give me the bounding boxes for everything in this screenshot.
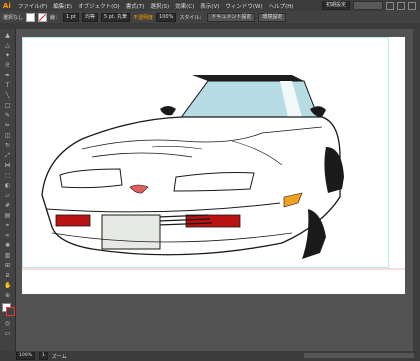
menu-select[interactable]: 選択(S) xyxy=(147,2,172,10)
artboard[interactable] xyxy=(22,37,405,294)
rectangle-tool-icon[interactable]: □ xyxy=(4,102,11,109)
preferences-button[interactable]: 環境設定 xyxy=(258,12,287,22)
left-light xyxy=(55,214,91,227)
pencil-tool-icon[interactable]: ✏ xyxy=(4,122,11,129)
shape-builder-tool-icon[interactable]: ◐ xyxy=(4,182,11,189)
right-light xyxy=(185,214,241,228)
rotate-tool-icon[interactable]: ↻ xyxy=(4,142,11,149)
eraser-tool-icon[interactable]: ◫ xyxy=(4,132,11,139)
blend-tool-icon[interactable]: ∞ xyxy=(4,232,11,239)
left-mirror xyxy=(160,106,176,116)
menu-window[interactable]: ウィンドウ(W) xyxy=(222,2,265,10)
artboard-nav-field[interactable]: 1 xyxy=(38,352,48,360)
fill-stroke-widget[interactable] xyxy=(2,303,15,317)
app-logo: Ai xyxy=(3,1,11,10)
line-tool-icon[interactable]: ╲ xyxy=(4,92,11,99)
zoom-tool-icon[interactable]: ⊕ xyxy=(4,292,11,299)
maximize-icon[interactable] xyxy=(397,1,405,10)
current-tool-status: ズーム xyxy=(51,353,67,360)
tools-panel: ▲ △ ✦ ᘓ ✒ T ╲ □ ✎ ✏ ◫ ↻ ⤢ ⋈ ⬚ ◐ ▱ # ▤ ⌖ … xyxy=(0,29,16,351)
brush-select[interactable]: 5 pt. 丸筆 xyxy=(100,12,131,22)
car-roof xyxy=(192,75,304,81)
eyedropper-tool-icon[interactable]: ⌖ xyxy=(4,222,11,229)
menu-edit[interactable]: 編集(E) xyxy=(50,2,75,10)
artboard-tool-icon[interactable]: ⊞ xyxy=(4,262,11,269)
gradient-tool-icon[interactable]: ▤ xyxy=(4,212,11,219)
type-tool-icon[interactable]: T xyxy=(4,82,11,89)
magic-wand-tool-icon[interactable]: ✦ xyxy=(4,52,11,59)
opacity-label[interactable]: 不透明度 xyxy=(133,14,153,21)
zoom-field[interactable]: 100% xyxy=(16,352,35,360)
brush-tool-icon[interactable]: ✎ xyxy=(4,112,11,119)
horizontal-scrollbar[interactable] xyxy=(304,353,414,358)
stroke-color-swatch[interactable] xyxy=(6,307,15,316)
menu-view[interactable]: 表示(V) xyxy=(197,2,222,10)
lasso-tool-icon[interactable]: ᘓ xyxy=(4,62,11,69)
menu-object[interactable]: オブジェクト(O) xyxy=(75,2,123,10)
menu-help[interactable]: ヘルプ(H) xyxy=(266,2,297,10)
control-bar: 選択なし 線： 1 pt 均等 5 pt. 丸筆 不透明度 100% スタイル：… xyxy=(0,11,420,23)
stroke-profile-select[interactable]: 均等 xyxy=(81,12,98,22)
menu-bar: Ai ファイル(F) 編集(E) オブジェクト(O) 書式(T) 選択(S) 効… xyxy=(0,0,420,11)
close-icon[interactable] xyxy=(408,1,416,10)
hand-tool-icon[interactable]: ✋ xyxy=(4,282,11,289)
car-illustration[interactable] xyxy=(22,37,405,294)
width-tool-icon[interactable]: ⋈ xyxy=(4,162,11,169)
workspace-switcher[interactable]: 初期設定 xyxy=(321,1,350,10)
selection-tool-icon[interactable]: ▲ xyxy=(4,32,11,39)
menu-effect[interactable]: 効果(C) xyxy=(172,2,197,10)
menu-right-group: 初期設定 xyxy=(321,1,420,10)
symbol-sprayer-tool-icon[interactable]: ✺ xyxy=(4,242,11,249)
stroke-weight-field[interactable]: 1 pt xyxy=(63,12,79,22)
scale-tool-icon[interactable]: ⤢ xyxy=(4,152,11,159)
selection-status: 選択なし xyxy=(3,14,24,21)
style-label: スタイル： xyxy=(179,14,205,21)
stroke-label: 線： xyxy=(50,14,61,21)
stroke-swatch[interactable] xyxy=(38,12,48,22)
direct-selection-tool-icon[interactable]: △ xyxy=(4,42,11,49)
fill-swatch[interactable] xyxy=(26,12,36,22)
free-transform-tool-icon[interactable]: ⬚ xyxy=(4,172,11,179)
slice-tool-icon[interactable]: ⧄ xyxy=(4,272,11,279)
right-headlight-cover xyxy=(173,172,255,192)
graph-tool-icon[interactable]: ▥ xyxy=(4,252,11,259)
license-plate xyxy=(101,214,161,250)
document-canvas[interactable] xyxy=(16,29,413,351)
menu-file[interactable]: ファイル(F) xyxy=(15,2,50,10)
pen-tool-icon[interactable]: ✒ xyxy=(4,72,11,79)
menu-type[interactable]: 書式(T) xyxy=(123,2,148,10)
perspective-tool-icon[interactable]: ▱ xyxy=(4,192,11,199)
rear-wheel xyxy=(324,147,344,193)
drawing-mode-icon[interactable]: ◎ xyxy=(4,320,11,327)
screen-mode-icon[interactable]: ▭ xyxy=(4,330,11,337)
minimize-icon[interactable] xyxy=(386,1,394,10)
help-search-input[interactable] xyxy=(353,1,383,10)
document-setup-button[interactable]: ドキュメント設定 xyxy=(207,12,256,22)
opacity-field[interactable]: 100% xyxy=(156,12,177,22)
vertical-scrollbar[interactable] xyxy=(413,29,420,351)
mesh-tool-icon[interactable]: # xyxy=(4,202,11,209)
